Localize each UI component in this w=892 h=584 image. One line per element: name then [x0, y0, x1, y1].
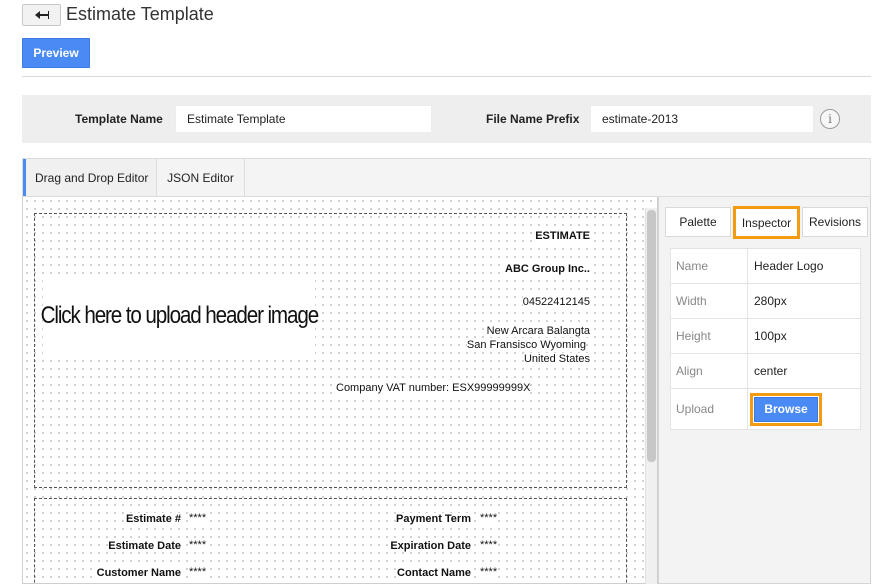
file-prefix-input[interactable]: estimate-2013: [590, 105, 814, 133]
details-section[interactable]: Estimate # **** Estimate Date **** Custo…: [34, 498, 627, 584]
tab-label: JSON Editor: [167, 170, 234, 185]
property-value-width[interactable]: 280px: [747, 283, 861, 319]
scrollbar-thumb[interactable]: [647, 210, 656, 462]
property-key: Height: [670, 318, 748, 354]
field-value: ****: [189, 566, 207, 578]
header-section[interactable]: Click here to upload header image ESTIMA…: [34, 213, 627, 488]
tab-label: Revisions: [808, 215, 862, 229]
editor-tabs: Drag and Drop Editor JSON Editor: [22, 158, 871, 197]
tab-label: Inspector: [741, 215, 792, 230]
property-key: Align: [670, 353, 748, 389]
field-label-contact-name: Contact Name: [397, 567, 471, 579]
doc-title: ESTIMATE: [535, 230, 590, 242]
properties-table: Name Header Logo Width 280px Height 100p…: [670, 248, 861, 430]
tab-palette[interactable]: Palette: [665, 207, 731, 237]
divider: [22, 76, 871, 77]
browse-button[interactable]: Browse: [754, 396, 818, 422]
tab-drag-drop-editor[interactable]: Drag and Drop Editor: [23, 159, 157, 196]
preview-button[interactable]: Preview: [22, 38, 90, 68]
company-phone: 04522412145: [522, 296, 590, 308]
property-value-height[interactable]: 100px: [747, 318, 861, 354]
template-name-label: Template Name: [75, 112, 163, 126]
tab-revisions[interactable]: Revisions: [802, 207, 868, 237]
field-label-estimate-number: Estimate #: [125, 513, 181, 525]
field-value: ****: [480, 512, 498, 524]
tab-label: Drag and Drop Editor: [35, 170, 149, 185]
property-row: Width 280px: [670, 283, 861, 319]
header-image-upload-area[interactable]: Click here to upload header image: [40, 276, 319, 356]
field-label-expiration-date: Expiration Date: [390, 540, 471, 552]
property-key: Upload: [670, 388, 748, 430]
canvas-scrollbar[interactable]: [645, 208, 657, 584]
property-value-align[interactable]: center: [747, 353, 861, 389]
company-vat: Company VAT number: ESX99999999X: [336, 382, 531, 394]
inspector-panel: Palette Inspector Revisions Name Header …: [658, 197, 871, 584]
back-arrow-icon: [34, 11, 49, 19]
back-button[interactable]: [22, 4, 61, 26]
address-line-1: New Arcara Balangta: [486, 325, 590, 337]
tab-label: Palette: [679, 215, 717, 229]
field-value: ****: [480, 539, 498, 551]
tab-json-editor[interactable]: JSON Editor: [157, 159, 245, 196]
info-icon[interactable]: i: [820, 109, 840, 129]
property-row: Name Header Logo: [670, 248, 861, 284]
property-row: Align center: [670, 353, 861, 389]
property-row: Upload Browse: [670, 388, 861, 430]
file-prefix-label: File Name Prefix: [486, 112, 580, 126]
property-key: Name: [670, 248, 748, 284]
upload-prompt: Click here to upload header image: [40, 302, 319, 329]
template-name-input[interactable]: Estimate Template: [175, 105, 432, 133]
template-settings-bar: Template Name Estimate Template File Nam…: [22, 95, 871, 143]
property-row: Height 100px: [670, 318, 861, 354]
address-line-2: San Fransisco Wyoming: [466, 339, 586, 351]
tab-inspector[interactable]: Inspector: [733, 206, 800, 239]
field-label-payment-term: Payment Term: [396, 513, 471, 525]
field-value: ****: [189, 512, 207, 524]
design-canvas[interactable]: Click here to upload header image ESTIMA…: [22, 197, 658, 584]
page-title: Estimate Template: [66, 4, 214, 24]
field-value: ****: [480, 566, 498, 578]
address-line-3: United States: [523, 353, 590, 365]
field-label-estimate-date: Estimate Date: [108, 540, 181, 552]
property-value-upload: Browse: [747, 388, 861, 430]
browse-highlight: Browse: [750, 392, 822, 426]
field-label-customer-name: Customer Name: [96, 567, 181, 579]
property-value-name[interactable]: Header Logo: [747, 248, 861, 284]
field-value: ****: [189, 539, 207, 551]
company-name: ABC Group Inc..: [505, 263, 590, 275]
property-key: Width: [670, 283, 748, 319]
